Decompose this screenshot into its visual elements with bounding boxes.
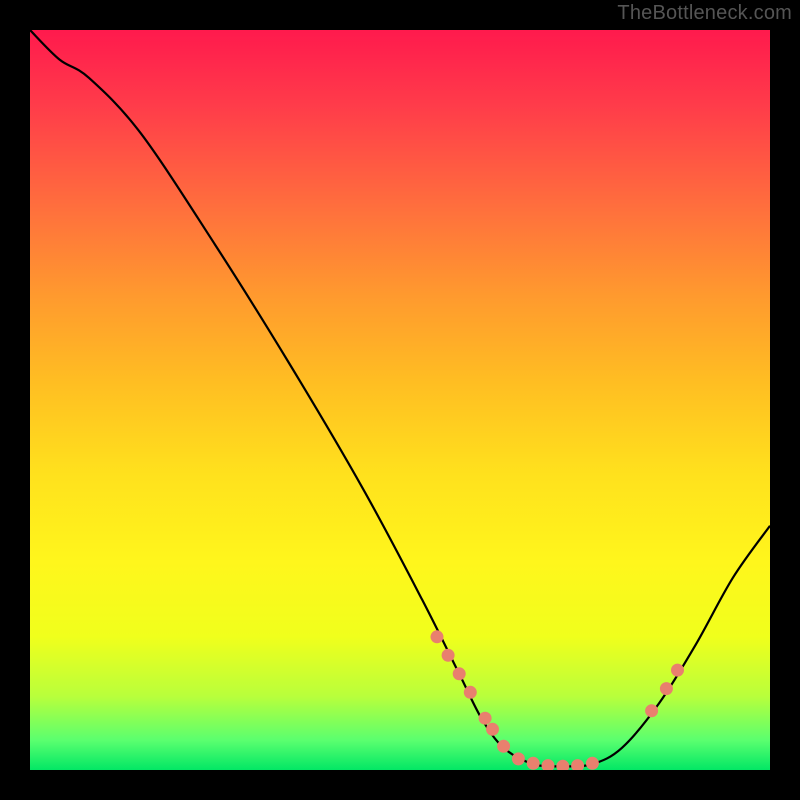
data-marker xyxy=(645,704,658,717)
data-marker xyxy=(479,712,492,725)
data-marker xyxy=(497,740,510,753)
bottleneck-curve xyxy=(30,30,770,766)
data-marker xyxy=(660,682,673,695)
chart-container: TheBottleneck.com xyxy=(0,0,800,800)
marker-group xyxy=(431,630,685,770)
data-marker xyxy=(453,667,466,680)
data-marker xyxy=(542,759,555,770)
data-marker xyxy=(431,630,444,643)
data-marker xyxy=(571,759,584,770)
data-marker xyxy=(512,752,525,765)
data-marker xyxy=(464,686,477,699)
data-marker xyxy=(527,757,540,770)
data-marker xyxy=(671,664,684,677)
attribution-text: TheBottleneck.com xyxy=(617,2,792,25)
data-marker xyxy=(556,760,569,770)
data-marker xyxy=(486,723,499,736)
data-marker xyxy=(442,649,455,662)
data-marker xyxy=(586,757,599,770)
plot-area xyxy=(30,30,770,770)
chart-svg xyxy=(30,30,770,770)
